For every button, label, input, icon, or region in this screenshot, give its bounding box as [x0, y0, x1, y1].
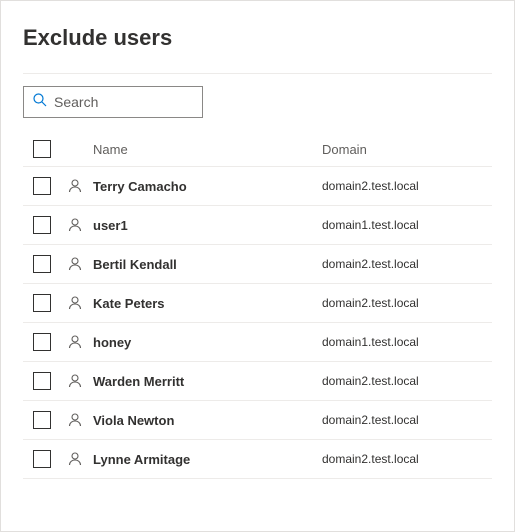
row-name: Terry Camacho — [89, 179, 322, 194]
page-title: Exclude users — [23, 25, 492, 51]
row-name: user1 — [89, 218, 322, 233]
table-body: Terry Camachodomain2.test.local user1dom… — [23, 167, 492, 479]
row-domain: domain2.test.local — [322, 296, 492, 310]
row-domain: domain1.test.local — [322, 218, 492, 232]
select-all-checkbox[interactable] — [33, 140, 51, 158]
row-name: honey — [89, 335, 322, 350]
row-checkbox[interactable] — [33, 450, 51, 468]
row-name: Bertil Kendall — [89, 257, 322, 272]
row-name: Lynne Armitage — [89, 452, 322, 467]
row-checkbox[interactable] — [33, 333, 51, 351]
table-row[interactable]: Terry Camachodomain2.test.local — [23, 167, 492, 206]
search-icon — [32, 92, 54, 113]
column-header-name[interactable]: Name — [89, 142, 322, 157]
table-row[interactable]: honeydomain1.test.local — [23, 323, 492, 362]
row-checkbox[interactable] — [33, 255, 51, 273]
table-row[interactable]: user1domain1.test.local — [23, 206, 492, 245]
row-domain: domain2.test.local — [322, 413, 492, 427]
table-row[interactable]: Warden Merrittdomain2.test.local — [23, 362, 492, 401]
divider — [23, 73, 492, 74]
table-row[interactable]: Viola Newtondomain2.test.local — [23, 401, 492, 440]
row-name: Warden Merritt — [89, 374, 322, 389]
row-checkbox[interactable] — [33, 372, 51, 390]
row-domain: domain1.test.local — [322, 335, 492, 349]
column-header-domain[interactable]: Domain — [322, 142, 492, 157]
row-name: Viola Newton — [89, 413, 322, 428]
table-row[interactable]: Bertil Kendalldomain2.test.local — [23, 245, 492, 284]
row-domain: domain2.test.local — [322, 452, 492, 466]
row-checkbox[interactable] — [33, 411, 51, 429]
row-checkbox[interactable] — [33, 177, 51, 195]
search-input[interactable] — [54, 94, 194, 110]
search-box[interactable] — [23, 86, 203, 118]
user-icon — [67, 334, 83, 350]
table-row[interactable]: Kate Petersdomain2.test.local — [23, 284, 492, 323]
user-icon — [67, 217, 83, 233]
table-header: Name Domain — [23, 132, 492, 167]
user-icon — [67, 295, 83, 311]
row-domain: domain2.test.local — [322, 257, 492, 271]
user-icon — [67, 178, 83, 194]
user-icon — [67, 256, 83, 272]
user-icon — [67, 451, 83, 467]
row-name: Kate Peters — [89, 296, 322, 311]
row-domain: domain2.test.local — [322, 374, 492, 388]
user-icon — [67, 412, 83, 428]
row-checkbox[interactable] — [33, 216, 51, 234]
row-domain: domain2.test.local — [322, 179, 492, 193]
row-checkbox[interactable] — [33, 294, 51, 312]
table-row[interactable]: Lynne Armitagedomain2.test.local — [23, 440, 492, 479]
user-icon — [67, 373, 83, 389]
